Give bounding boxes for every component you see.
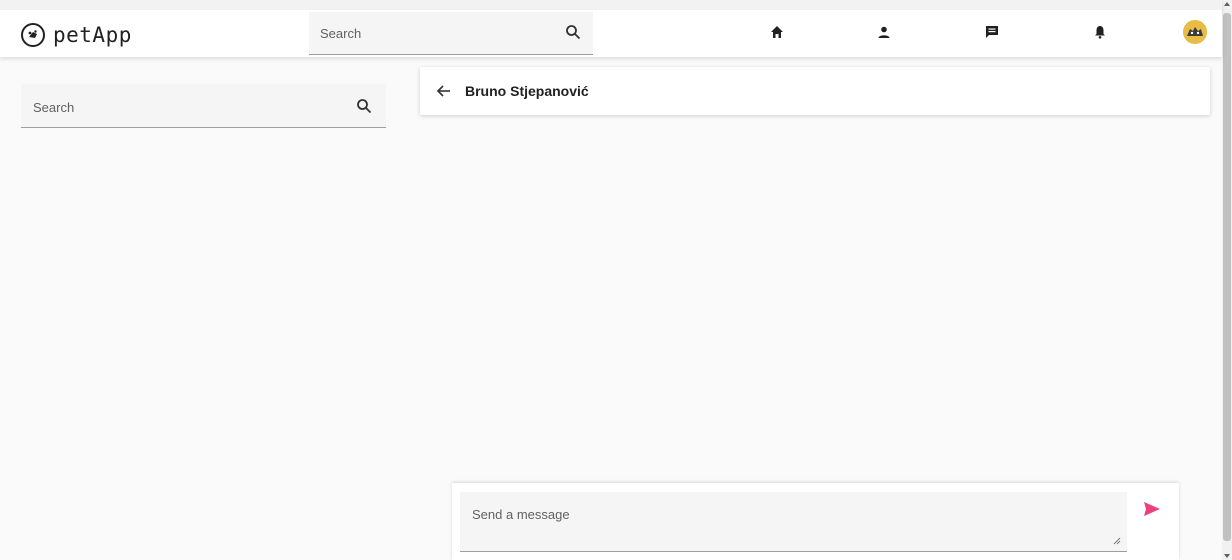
home-icon[interactable] (768, 23, 786, 41)
top-app-bar: petApp Search (0, 0, 1222, 57)
conversation-search-input[interactable]: Search (21, 84, 386, 128)
paw-icon (21, 23, 45, 47)
search-icon[interactable] (356, 98, 372, 114)
conversation-search-placeholder: Search (33, 100, 75, 115)
page-scrollbar[interactable] (1222, 0, 1232, 560)
chat-header: Bruno Stjepanović (420, 67, 1210, 115)
message-composer: Send a message (452, 483, 1179, 560)
person-icon[interactable] (875, 23, 893, 41)
page: petApp Search Search Bruno Stjepanović S… (0, 0, 1232, 560)
header-search-input[interactable]: Search (309, 12, 593, 55)
app-name: petApp (53, 23, 132, 47)
search-icon[interactable] (565, 24, 581, 40)
resize-grip-icon[interactable] (1113, 537, 1121, 545)
scroll-thumb[interactable] (1223, 13, 1231, 541)
header-search-placeholder: Search (320, 26, 362, 41)
message-placeholder: Send a message (472, 507, 570, 522)
arrow-back-icon[interactable] (436, 83, 452, 99)
scroll-down-arrow[interactable] (1224, 554, 1230, 558)
chat-icon[interactable] (983, 23, 1001, 41)
user-avatar[interactable] (1183, 20, 1207, 44)
scroll-up-arrow[interactable] (1224, 2, 1230, 6)
message-input[interactable]: Send a message (460, 492, 1127, 552)
chat-contact-name: Bruno Stjepanović (465, 83, 589, 99)
bell-icon[interactable] (1091, 23, 1109, 41)
app-logo[interactable]: petApp (21, 22, 132, 48)
send-icon[interactable] (1142, 500, 1162, 518)
